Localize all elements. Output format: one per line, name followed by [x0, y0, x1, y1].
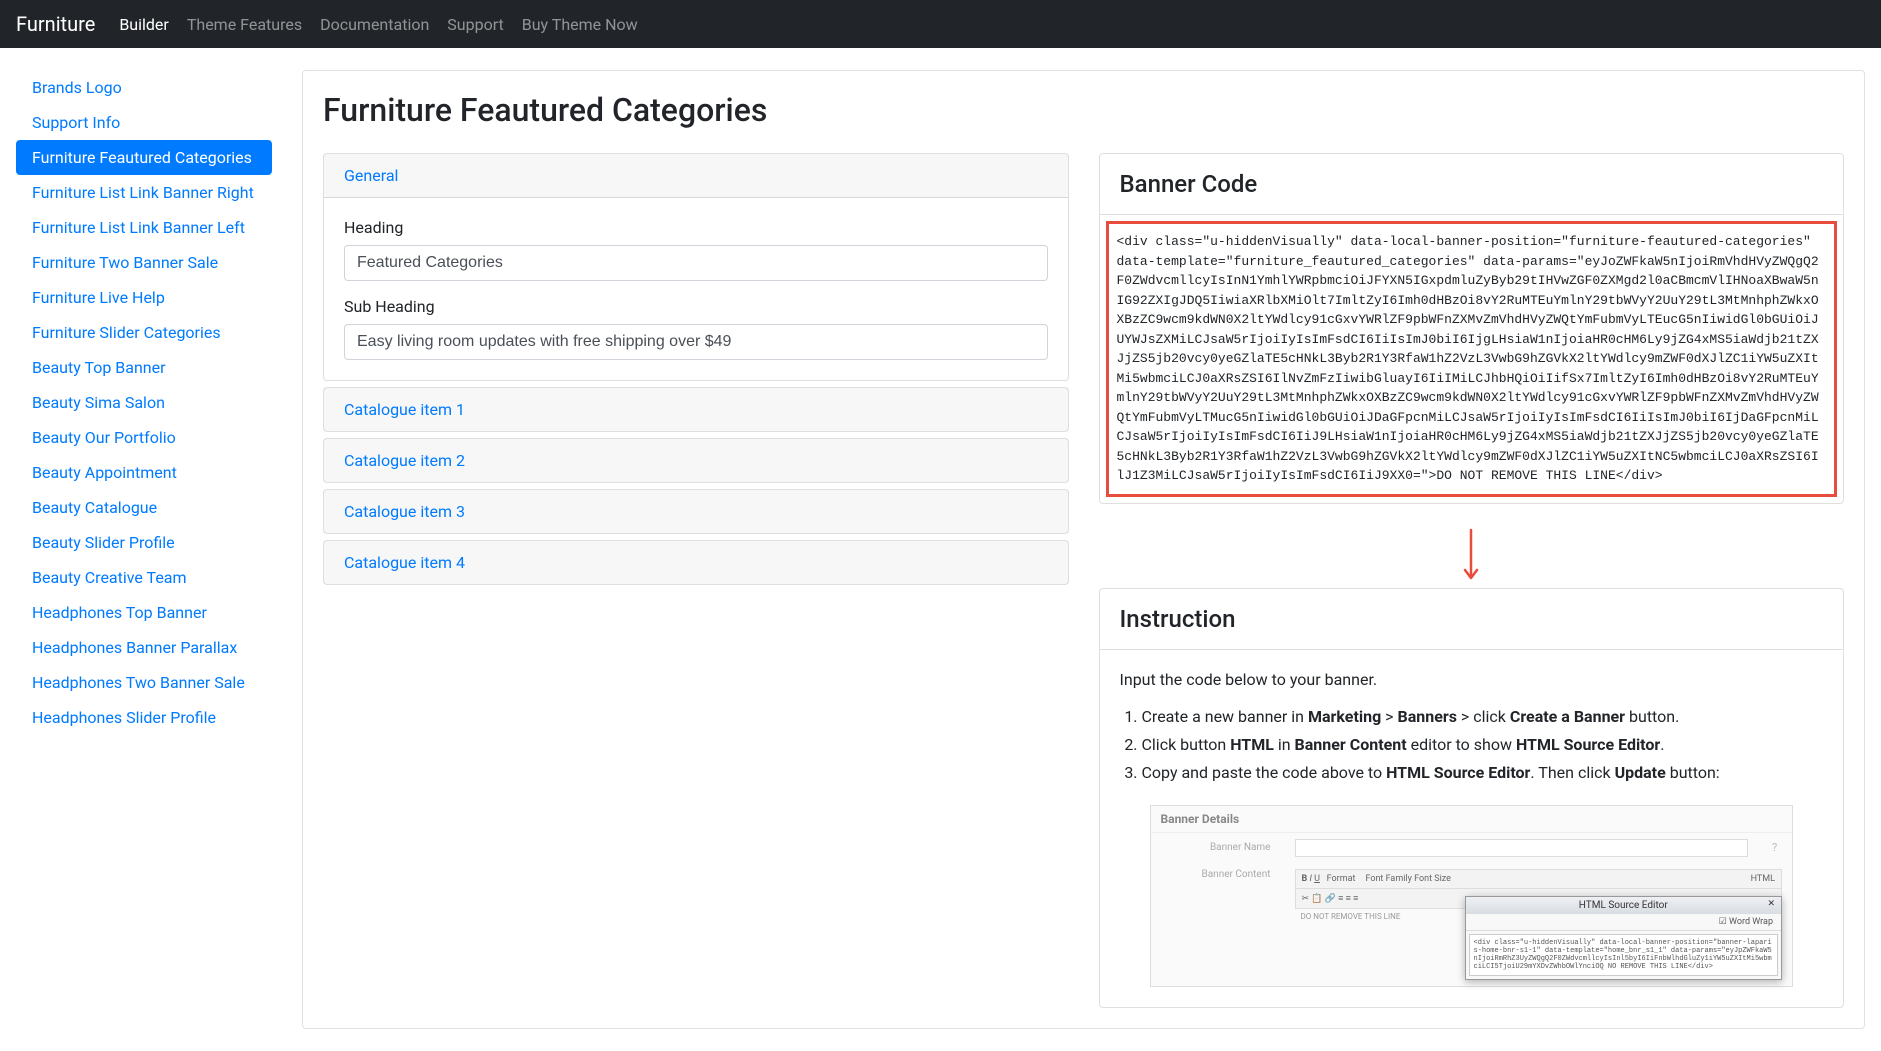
heading-input[interactable] — [344, 245, 1048, 281]
sidebar-item-beauty-our-portfolio[interactable]: Beauty Our Portfolio — [16, 420, 272, 455]
accordion-item-1-header[interactable]: Catalogue item 1 — [324, 388, 1068, 431]
sidebar-item-support-info[interactable]: Support Info — [16, 105, 272, 140]
mock-banner-name-input — [1295, 839, 1749, 857]
instruction-screenshot: Banner Details Banner Name ? Banner Cont… — [1150, 805, 1794, 987]
instruction-panel: Instruction Input the code below to your… — [1099, 588, 1845, 1008]
instruction-step-2: Click button HTML in Banner Content edit… — [1142, 733, 1824, 757]
accordion-item-1[interactable]: Catalogue item 1 — [323, 387, 1069, 432]
banner-code-title: Banner Code — [1100, 154, 1844, 215]
accordion-item-2-header[interactable]: Catalogue item 2 — [324, 439, 1068, 482]
subheading-label: Sub Heading — [344, 297, 1048, 316]
page-title: Furniture Feautured Categories — [323, 91, 1844, 129]
sidebar-item-headphones-slider-profile[interactable]: Headphones Slider Profile — [16, 700, 272, 735]
mock-popup-code: <div class="u-hiddenVisually" data-local… — [1469, 934, 1779, 976]
accordion-general-header[interactable]: General — [324, 154, 1068, 198]
nav-link-buy-theme[interactable]: Buy Theme Now — [522, 15, 638, 34]
accordion-item-2[interactable]: Catalogue item 2 — [323, 438, 1069, 483]
arrow-down-icon — [1459, 528, 1483, 588]
content-area: Furniture Feautured Categories General H… — [302, 70, 1865, 1029]
close-icon: ✕ — [1767, 899, 1775, 909]
sidebar: Brands LogoSupport InfoFurniture Feautur… — [16, 70, 272, 1029]
accordion-general: General Heading Sub Heading — [323, 153, 1069, 381]
accordion-item-3-header[interactable]: Catalogue item 3 — [324, 490, 1068, 533]
banner-code-content[interactable]: <div class="u-hiddenVisually" data-local… — [1106, 221, 1838, 497]
sidebar-item-headphones-two-banner-sale[interactable]: Headphones Two Banner Sale — [16, 665, 272, 700]
mock-popup-title: HTML Source Editor ✕ — [1466, 897, 1782, 914]
sidebar-item-furniture-list-link-banner-left[interactable]: Furniture List Link Banner Left — [16, 210, 272, 245]
mock-html-source-editor: HTML Source Editor ✕ ☑ Word Wrap <div cl… — [1465, 896, 1783, 980]
nav-link-theme-features[interactable]: Theme Features — [187, 15, 302, 34]
banner-code-panel: Banner Code <div class="u-hiddenVisually… — [1099, 153, 1845, 504]
sidebar-item-beauty-catalogue[interactable]: Beauty Catalogue — [16, 490, 272, 525]
instruction-step-1: Create a new banner in Marketing > Banne… — [1142, 705, 1824, 729]
navbar-brand[interactable]: Furniture — [16, 12, 95, 36]
nav-link-builder[interactable]: Builder — [119, 15, 169, 34]
help-icon: ? — [1772, 841, 1782, 854]
sidebar-item-beauty-creative-team[interactable]: Beauty Creative Team — [16, 560, 272, 595]
accordion-item-4[interactable]: Catalogue item 4 — [323, 540, 1069, 585]
accordion-item-3[interactable]: Catalogue item 3 — [323, 489, 1069, 534]
sidebar-item-beauty-top-banner[interactable]: Beauty Top Banner — [16, 350, 272, 385]
navbar: Furniture Builder Theme Features Documen… — [0, 0, 1881, 48]
sidebar-item-furniture-two-banner-sale[interactable]: Furniture Two Banner Sale — [16, 245, 272, 280]
sidebar-item-brands-logo[interactable]: Brands Logo — [16, 70, 272, 105]
accordion-item-4-header[interactable]: Catalogue item 4 — [324, 541, 1068, 584]
instruction-list: Create a new banner in Marketing > Banne… — [1120, 705, 1824, 785]
mock-banner-details: Banner Details — [1151, 806, 1793, 833]
sidebar-item-headphones-banner-parallax[interactable]: Headphones Banner Parallax — [16, 630, 272, 665]
sidebar-item-beauty-sima-salon[interactable]: Beauty Sima Salon — [16, 385, 272, 420]
instruction-title: Instruction — [1100, 589, 1844, 650]
instruction-intro: Input the code below to your banner. — [1120, 670, 1824, 689]
sidebar-item-furniture-live-help[interactable]: Furniture Live Help — [16, 280, 272, 315]
nav-link-support[interactable]: Support — [447, 15, 503, 34]
sidebar-item-furniture-feautured-categories[interactable]: Furniture Feautured Categories — [16, 140, 272, 175]
mock-banner-content-label: Banner Content — [1161, 869, 1271, 880]
subheading-input[interactable] — [344, 324, 1048, 360]
sidebar-item-furniture-list-link-banner-right[interactable]: Furniture List Link Banner Right — [16, 175, 272, 210]
sidebar-item-beauty-slider-profile[interactable]: Beauty Slider Profile — [16, 525, 272, 560]
sidebar-item-headphones-top-banner[interactable]: Headphones Top Banner — [16, 595, 272, 630]
mock-banner-name-label: Banner Name — [1161, 842, 1271, 853]
mock-editor-toolbar: B I U Format Font Family Font Size HTML — [1295, 869, 1783, 889]
heading-label: Heading — [344, 218, 1048, 237]
sidebar-item-furniture-slider-categories[interactable]: Furniture Slider Categories — [16, 315, 272, 350]
mock-popup-wordwrap: ☑ Word Wrap — [1466, 914, 1782, 931]
nav-link-documentation[interactable]: Documentation — [320, 15, 429, 34]
sidebar-item-beauty-appointment[interactable]: Beauty Appointment — [16, 455, 272, 490]
instruction-step-3: Copy and paste the code above to HTML So… — [1142, 761, 1824, 785]
